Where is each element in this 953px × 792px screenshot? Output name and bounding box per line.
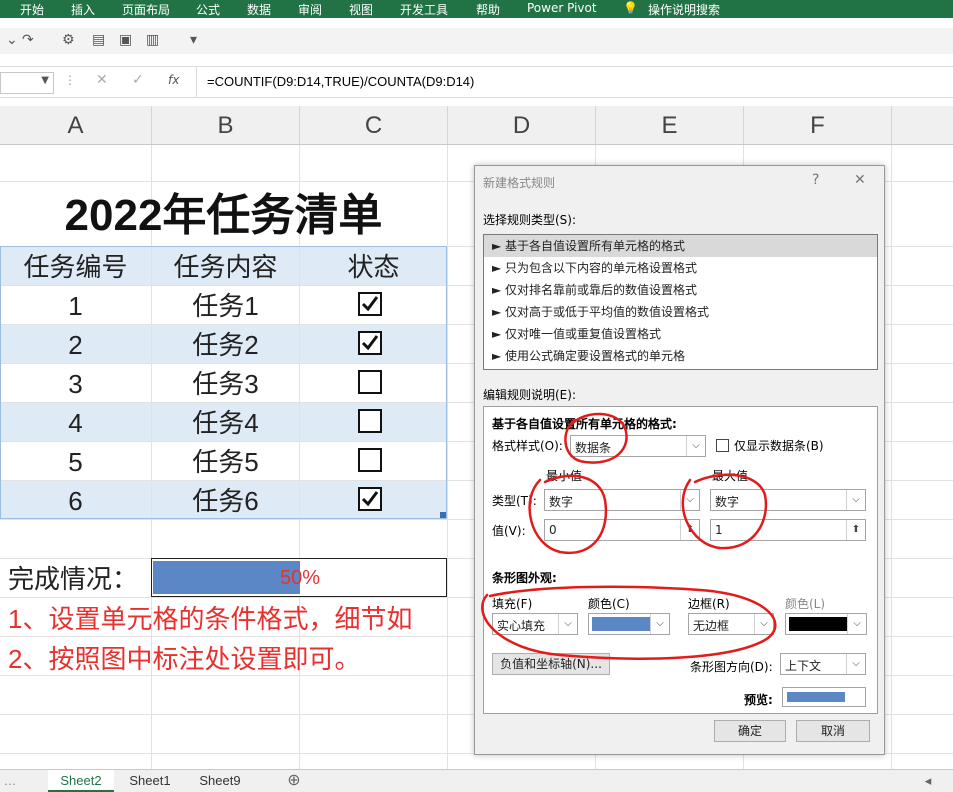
sheet-tab-sheet2[interactable]: Sheet2	[48, 770, 114, 792]
sheet-tab-sheet9[interactable]: Sheet9	[186, 770, 254, 792]
annotation-circle	[564, 412, 628, 464]
annotation-overlay	[481, 412, 777, 660]
annotation-circle	[528, 474, 608, 555]
annotation-circle	[481, 585, 777, 660]
sheet-tab-sheet1[interactable]: Sheet1	[116, 770, 184, 792]
add-sheet-icon[interactable]: ⊕	[282, 770, 306, 792]
scroll-left-icon[interactable]: ◂	[920, 770, 936, 792]
tab-scroll-icon[interactable]: …	[2, 770, 18, 792]
sheet-tab-bar: … Sheet2 Sheet1 Sheet9 ⊕ ◂	[0, 769, 953, 792]
annotation-circle	[681, 473, 768, 550]
